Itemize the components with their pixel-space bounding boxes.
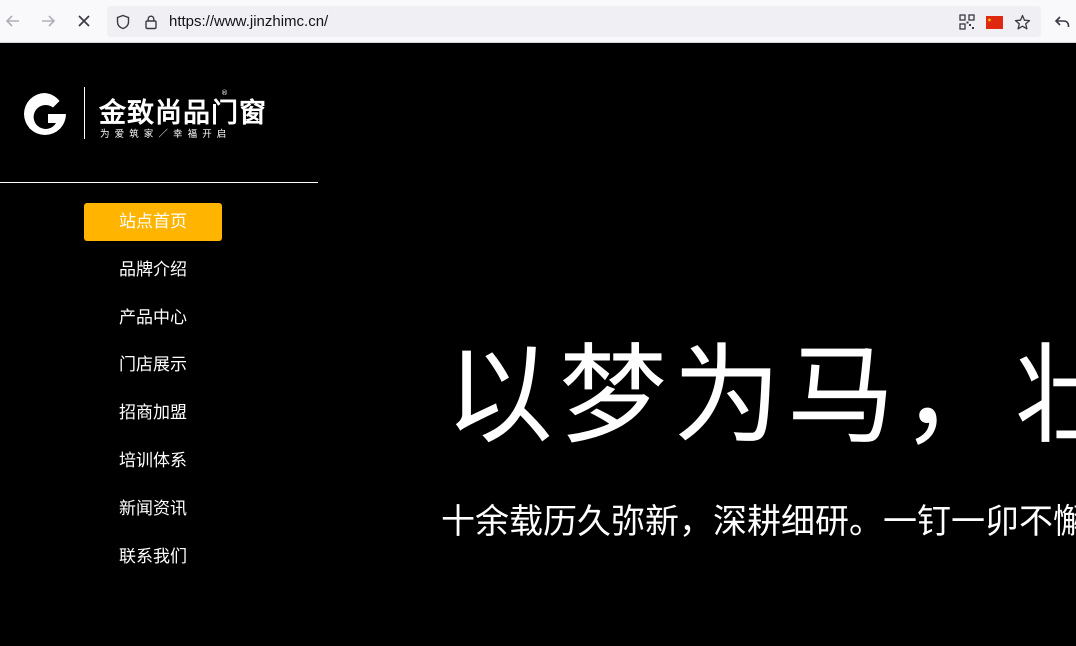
- sidebar-divider: [0, 182, 318, 183]
- menu-item-training[interactable]: 培训体系: [84, 442, 222, 480]
- menu-item-brand[interactable]: 品牌介绍: [84, 251, 222, 289]
- qr-code-icon[interactable]: [957, 12, 977, 32]
- url-text[interactable]: https://www.jinzhimc.cn/: [169, 6, 328, 37]
- menu-item-franchise[interactable]: 招商加盟: [84, 394, 222, 432]
- undo-arrow-icon: [1054, 15, 1069, 27]
- menu-item-home[interactable]: 站点首页: [84, 203, 222, 241]
- menu-item-contact[interactable]: 联系我们: [84, 538, 222, 576]
- undo-button[interactable]: [1050, 9, 1074, 33]
- browser-toolbar: https://www.jinzhimc.cn/: [0, 0, 1076, 43]
- logo-divider: [84, 87, 85, 139]
- china-flag-icon[interactable]: [984, 12, 1004, 32]
- stop-button[interactable]: [72, 9, 96, 33]
- hero-subtitle: 十余载历久弥新，深耕细研。一钉一卯不懈: [441, 502, 1076, 542]
- logo-g-mark-icon: [24, 93, 66, 135]
- lock-icon[interactable]: [141, 12, 161, 32]
- forward-button[interactable]: [36, 9, 60, 33]
- menu-item-products[interactable]: 产品中心: [84, 299, 222, 337]
- hero-title: 以梦为马，壮: [445, 334, 1076, 459]
- logo-brand-name: 金致尚品门窗: [99, 98, 267, 129]
- arrow-right-icon: [42, 15, 56, 27]
- menu-item-news[interactable]: 新闻资讯: [84, 490, 222, 528]
- logo-registered-mark: ®: [221, 89, 228, 97]
- bookmark-star-icon[interactable]: [1012, 12, 1032, 32]
- address-bar[interactable]: https://www.jinzhimc.cn/: [107, 6, 1041, 37]
- logo-slogan: 为爱筑家／幸福开启: [100, 129, 232, 140]
- close-icon: [78, 15, 90, 27]
- shield-icon[interactable]: [113, 12, 133, 32]
- back-button[interactable]: [1, 9, 25, 33]
- webpage: 金致尚品门窗 ® 为爱筑家／幸福开启 站点首页 品牌介绍 产品中心 门店展示 招…: [0, 43, 1076, 646]
- menu-item-stores[interactable]: 门店展示: [84, 346, 222, 384]
- arrow-left-icon: [5, 15, 19, 27]
- main-menu: 站点首页 品牌介绍 产品中心 门店展示 招商加盟 培训体系 新闻资讯 联系我们: [84, 203, 222, 585]
